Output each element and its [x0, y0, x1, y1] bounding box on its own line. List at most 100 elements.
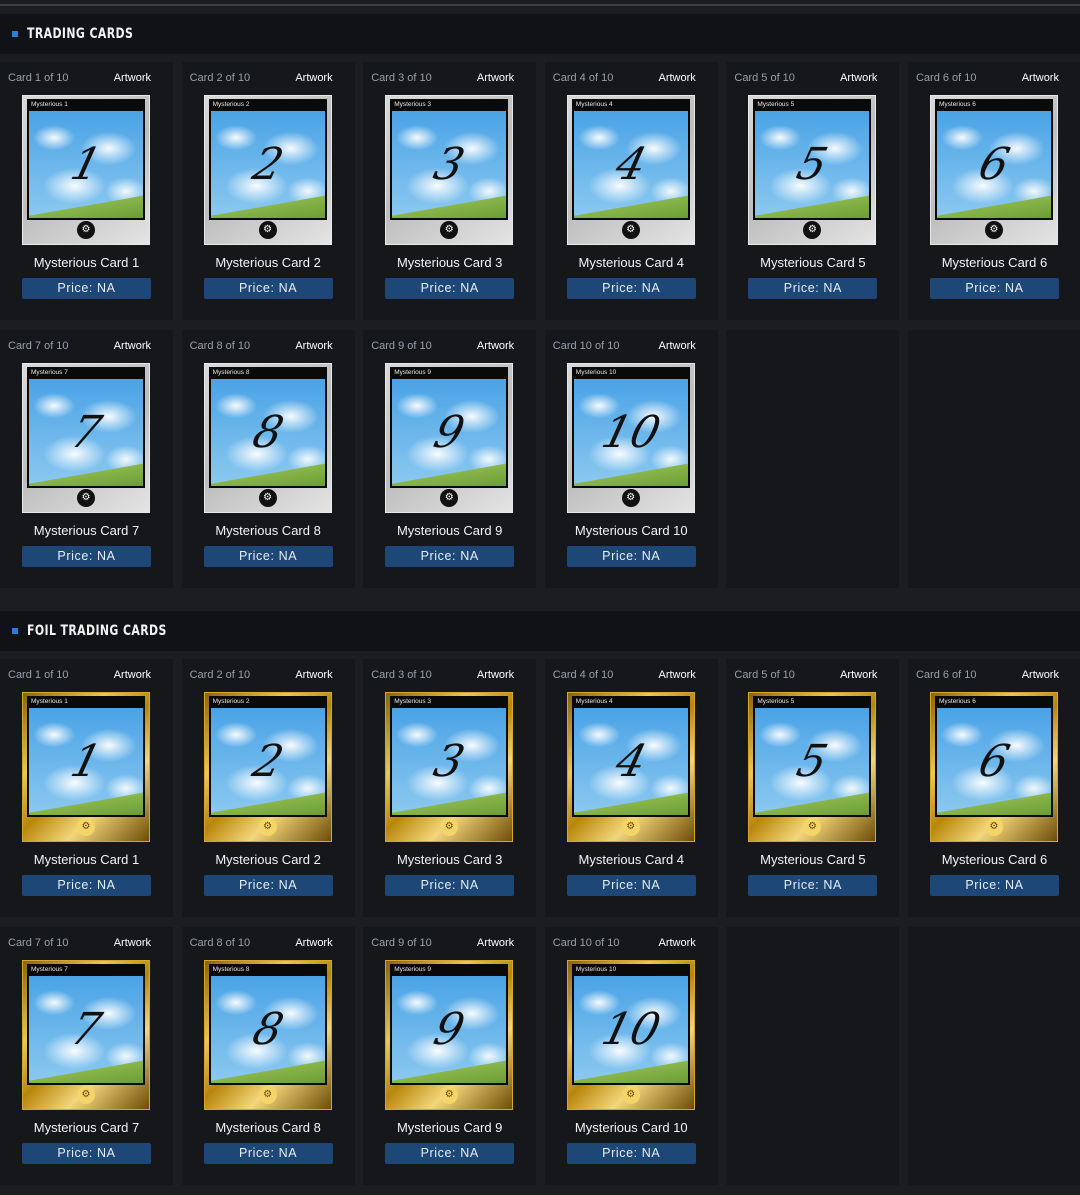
card-name: Mysterious Card 2 [215, 852, 321, 867]
price-button[interactable]: Price: NA [929, 278, 1059, 299]
price-button[interactable]: Price: NA [566, 546, 696, 567]
artwork-link[interactable]: Artwork [840, 669, 877, 681]
artwork-link[interactable]: Artwork [1022, 72, 1059, 84]
price-button[interactable]: Price: NA [929, 875, 1059, 896]
card-count: Card 6 of 10 [915, 72, 977, 84]
card-name: Mysterious Card 3 [396, 255, 503, 270]
card-number: 1 [65, 735, 107, 787]
steam-logo-icon: ⚙ [77, 818, 95, 836]
empty-slot [726, 927, 900, 1185]
price-button[interactable]: Price: NA [566, 1143, 696, 1164]
card-number: 2 [247, 735, 289, 787]
artwork-link[interactable]: Artwork [114, 669, 151, 681]
steam-logo-icon: ⚙ [440, 1086, 459, 1104]
card-image[interactable]: Mysterious 8 8 ⚙ [203, 363, 332, 513]
card-image[interactable]: Mysterious 7 7 ⚙ [22, 960, 150, 1110]
artwork-link[interactable]: Artwork [114, 72, 151, 84]
card-name: Mysterious Card 2 [215, 255, 321, 270]
card-name-tag: Mysterious 4 [575, 698, 613, 705]
card-name: Mysterious Card 7 [33, 1120, 140, 1135]
card-count: Card 7 of 10 [8, 340, 69, 352]
card-name-tag: Mysterious 1 [31, 698, 68, 705]
artwork-link[interactable]: Artwork [295, 340, 332, 352]
card-image[interactable]: Mysterious 2 2 ⚙ [203, 95, 332, 245]
card-artwork: 6 [936, 111, 1051, 218]
artwork-link[interactable]: Artwork [1022, 669, 1059, 681]
card-number: 9 [428, 1003, 470, 1055]
artwork-link[interactable]: Artwork [659, 340, 696, 352]
card-name: Mysterious Card 10 [574, 1120, 688, 1135]
price-button[interactable]: Price: NA [22, 875, 151, 896]
card-image[interactable]: Mysterious 4 4 ⚙ [566, 95, 695, 245]
card-image[interactable]: Mysterious 9 9 ⚙ [385, 363, 514, 513]
price-button[interactable]: Price: NA [203, 875, 333, 896]
empty-slot [907, 927, 1080, 1185]
card-image[interactable]: Mysterious 6 6 ⚙ [929, 95, 1058, 245]
artwork-link[interactable]: Artwork [477, 340, 514, 352]
artwork-link[interactable]: Artwork [114, 340, 151, 352]
price-button[interactable]: Price: NA [203, 278, 333, 299]
price-button[interactable]: Price: NA [748, 875, 878, 896]
price-button[interactable]: Price: NA [203, 546, 333, 567]
price-button[interactable]: Price: NA [385, 546, 515, 567]
price-button[interactable]: Price: NA [385, 875, 515, 896]
card-tile: Card 6 of 10 Artwork Mysterious 6 6 ⚙ Mysteri… [907, 659, 1080, 917]
card-number: 9 [428, 406, 470, 458]
card-artwork: 5 [755, 111, 870, 218]
card-count: Card 4 of 10 [552, 72, 614, 84]
artwork-link[interactable]: Artwork [295, 937, 332, 949]
card-name-tag: Mysterious 7 [31, 966, 68, 973]
card-image[interactable]: Mysterious 5 5 ⚙ [748, 692, 877, 842]
artwork-link[interactable]: Artwork [477, 72, 514, 84]
card-tile: Card 8 of 10 Artwork Mysterious 8 8 ⚙ Mysteri… [181, 330, 355, 588]
card-number: 5 [792, 735, 833, 787]
artwork-link[interactable]: Artwork [659, 669, 696, 681]
card-name: Mysterious Card 4 [578, 852, 685, 867]
artwork-link[interactable]: Artwork [295, 669, 332, 681]
card-image[interactable]: Mysterious 1 1 ⚙ [22, 692, 150, 842]
artwork-link[interactable]: Artwork [659, 72, 696, 84]
steam-logo-icon: ⚙ [803, 818, 822, 836]
artwork-link[interactable]: Artwork [114, 937, 151, 949]
card-artwork: 8 [210, 379, 325, 486]
card-image[interactable]: Mysterious 3 3 ⚙ [385, 95, 514, 245]
card-image[interactable]: Mysterious 8 8 ⚙ [203, 960, 332, 1110]
trading-cards-grid: Card 1 of 10 Artwork Mysterious 1 1 ⚙ Mysteri… [0, 62, 1080, 588]
card-image[interactable]: Mysterious 6 6 ⚙ [929, 692, 1058, 842]
card-name: Mysterious Card 8 [215, 523, 321, 538]
card-image[interactable]: Mysterious 1 1 ⚙ [22, 95, 150, 245]
card-name-tag: Mysterious 10 [575, 369, 617, 376]
artwork-link[interactable]: Artwork [659, 937, 696, 949]
card-image[interactable]: Mysterious 4 4 ⚙ [566, 692, 695, 842]
card-count: Card 9 of 10 [371, 340, 432, 352]
artwork-link[interactable]: Artwork [295, 72, 332, 84]
price-button[interactable]: Price: NA [22, 278, 151, 299]
price-button[interactable]: Price: NA [566, 875, 696, 896]
price-button[interactable]: Price: NA [22, 546, 151, 567]
card-name-tag: Mysterious 10 [575, 966, 617, 973]
card-image[interactable]: Mysterious 5 5 ⚙ [748, 95, 877, 245]
foil-trading-cards-grid: Card 1 of 10 Artwork Mysterious 1 1 ⚙ Mysteri… [0, 659, 1080, 1185]
card-image[interactable]: Mysterious 3 3 ⚙ [385, 692, 514, 842]
artwork-link[interactable]: Artwork [840, 72, 877, 84]
card-number: 4 [610, 735, 652, 787]
card-count: Card 6 of 10 [915, 669, 977, 681]
price-button[interactable]: Price: NA [566, 278, 696, 299]
price-button[interactable]: Price: NA [748, 278, 878, 299]
card-tile: Card 1 of 10 Artwork Mysterious 1 1 ⚙ Mysteri… [0, 62, 173, 320]
card-image[interactable]: Mysterious 10 10 ⚙ [566, 363, 695, 513]
price-button[interactable]: Price: NA [22, 1143, 151, 1164]
artwork-link[interactable]: Artwork [477, 937, 514, 949]
price-button[interactable]: Price: NA [385, 1143, 515, 1164]
steam-logo-icon: ⚙ [258, 818, 277, 836]
card-image[interactable]: Mysterious 7 7 ⚙ [22, 363, 150, 513]
section-header-foil-trading-cards: FOIL TRADING CARDS [0, 611, 1080, 651]
steam-logo-icon: ⚙ [440, 221, 459, 239]
price-button[interactable]: Price: NA [385, 278, 515, 299]
artwork-link[interactable]: Artwork [477, 669, 514, 681]
card-number: 6 [973, 138, 1015, 190]
card-image[interactable]: Mysterious 9 9 ⚙ [385, 960, 514, 1110]
price-button[interactable]: Price: NA [203, 1143, 333, 1164]
card-image[interactable]: Mysterious 2 2 ⚙ [203, 692, 332, 842]
card-image[interactable]: Mysterious 10 10 ⚙ [566, 960, 695, 1110]
